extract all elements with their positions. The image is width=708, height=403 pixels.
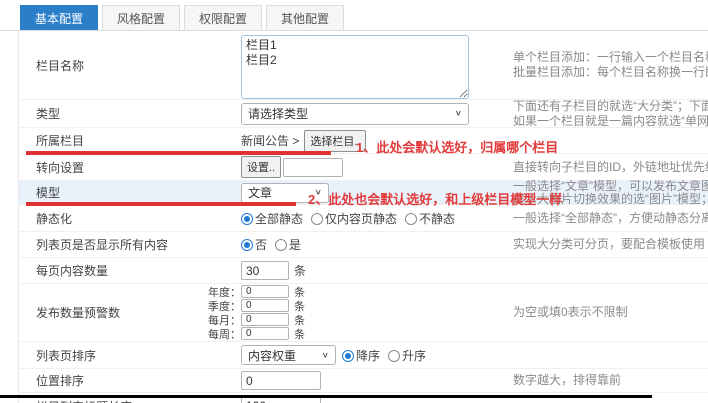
radio-sort-desc[interactable]: 降序 [342, 347, 380, 364]
basic-config-form: 栏目名称 栏目1 栏目2 单个栏目添加：一行输入一个栏目名称即可； 批量栏目添加… [18, 31, 708, 403]
show-all-hint: 实现大分类可分页，要配合模板使用 [513, 237, 708, 252]
per-page-count-label: 每页内容数量 [36, 262, 241, 279]
tab-other-config[interactable]: 其他配置 [266, 5, 344, 30]
row-parent-column: 所属栏目 新闻公告 > 选择栏目.. 1、此处会默认选好，归属哪个栏目 [19, 128, 708, 154]
tab-basic-config[interactable]: 基本配置 [20, 5, 98, 30]
warn-year-input[interactable] [241, 285, 289, 298]
type-hint: 下面还有子栏目的就选“大分类”；下面没有更小子栏目的就 如果一个栏目就是一篇内容… [513, 99, 708, 129]
tab-style-config[interactable]: 风格配置 [102, 5, 180, 30]
redirect-input[interactable] [283, 158, 343, 177]
row-static: 静态化 全部静态 仅内容页静态 不静态 一般选择“全部静态”，方便动静态分离部署… [19, 205, 708, 232]
redirect-setting-button[interactable]: 设置.. [241, 156, 281, 178]
column-config-page: 基本配置 风格配置 权限配置 其他配置 栏目名称 栏目1 栏目2 单个栏目添加：… [0, 0, 708, 403]
show-all-label: 列表页是否显示所有内容 [36, 236, 241, 253]
title-length-label: 栏目列表标题长度 [36, 398, 241, 403]
parent-column-label: 所属栏目 [36, 132, 241, 149]
redirect-hint: 直接转向子栏目的ID，外链地址优先级高于转向设置。 [513, 160, 708, 175]
radio-all-static[interactable]: 全部静态 [241, 210, 303, 227]
radio-icon [311, 213, 323, 225]
row-per-page-count: 每页内容数量 条 [19, 258, 708, 284]
warn-month-input[interactable] [241, 313, 289, 326]
row-redirect: 转向设置 设置.. 直接转向子栏目的ID，外链地址优先级高于转向设置。 [19, 154, 708, 181]
chevron-down-icon: ∨ [455, 109, 462, 118]
radio-icon [241, 213, 253, 225]
radio-icon [241, 239, 253, 251]
warn-item-year: 年度： 条 [199, 285, 513, 299]
radio-no-static[interactable]: 不静态 [405, 210, 455, 227]
red-underline-1 [26, 151, 331, 155]
red-underline-2 [26, 202, 296, 206]
radio-show-all-yes[interactable]: 是 [275, 236, 301, 253]
position-sort-hint: 数字越大，排得靠前 [513, 373, 708, 388]
warn-quarter-input[interactable] [241, 299, 289, 312]
chevron-down-icon: ∨ [322, 351, 329, 360]
publish-warn-hint: 为空或填0表示不限制 [513, 305, 708, 320]
radio-content-static[interactable]: 仅内容页静态 [311, 210, 397, 227]
list-sort-label: 列表页排序 [36, 347, 241, 364]
radio-icon [342, 350, 354, 362]
position-sort-label: 位置排序 [36, 372, 241, 389]
annotation-1: 1、此处会默认选好，归属哪个栏目 [356, 137, 558, 156]
row-model: 模型 文章∨ 一般选择“文章”模型，可以发布文章图片视频和外链；若一 展示大图片… [19, 181, 708, 205]
column-name-textarea[interactable]: 栏目1 栏目2 [241, 35, 469, 99]
type-select[interactable]: 请选择类型∨ [241, 103, 469, 125]
parent-column-path: 新闻公告 > [241, 132, 299, 149]
static-hint: 一般选择“全部静态”，方便动静态分离部署；或者至少也选 [513, 211, 708, 226]
tab-permission-config[interactable]: 权限配置 [184, 5, 262, 30]
warn-item-month: 每月： 条 [199, 313, 513, 327]
static-label: 静态化 [36, 210, 241, 227]
bottom-cutoff-line [0, 395, 652, 398]
config-tabbar: 基本配置 风格配置 权限配置 其他配置 [0, 5, 708, 31]
radio-icon [388, 350, 400, 362]
position-sort-input[interactable] [241, 371, 321, 390]
redirect-label: 转向设置 [36, 159, 241, 176]
radio-icon [405, 213, 417, 225]
warn-week-input[interactable] [241, 327, 289, 340]
annotation-2: 2、此处也会默认选好，和上级栏目模型一样 [308, 189, 562, 208]
per-page-count-input[interactable] [241, 261, 289, 280]
row-type: 类型 请选择类型∨ 下面还有子栏目的就选“大分类”；下面没有更小子栏目的就 如果… [19, 100, 708, 128]
row-show-all: 列表页是否显示所有内容 否 是 实现大分类可分页，要配合模板使用 [19, 232, 708, 258]
list-sort-select[interactable]: 内容权重∨ [241, 345, 336, 365]
radio-icon [275, 239, 287, 251]
warn-item-quarter: 季度： 条 [199, 299, 513, 313]
model-label: 模型 [36, 184, 241, 201]
row-list-sort: 列表页排序 内容权重∨ 降序 升序 [19, 342, 708, 369]
radio-sort-asc[interactable]: 升序 [388, 347, 426, 364]
per-page-count-unit: 条 [294, 262, 306, 279]
type-label: 类型 [36, 105, 241, 122]
row-position-sort: 位置排序 数字越大，排得靠前 [19, 369, 708, 393]
row-publish-warn: 发布数量预警数 年度： 条 季度： 条 每月： [19, 284, 708, 342]
column-name-label: 栏目名称 [36, 57, 241, 74]
row-column-name: 栏目名称 栏目1 栏目2 单个栏目添加：一行输入一个栏目名称即可； 批量栏目添加… [19, 31, 708, 100]
column-name-hint: 单个栏目添加：一行输入一个栏目名称即可； 批量栏目添加：每个栏目名称换一行即可； [513, 50, 708, 80]
warn-item-week: 每周： 条 [199, 327, 513, 341]
radio-show-all-no[interactable]: 否 [241, 236, 267, 253]
